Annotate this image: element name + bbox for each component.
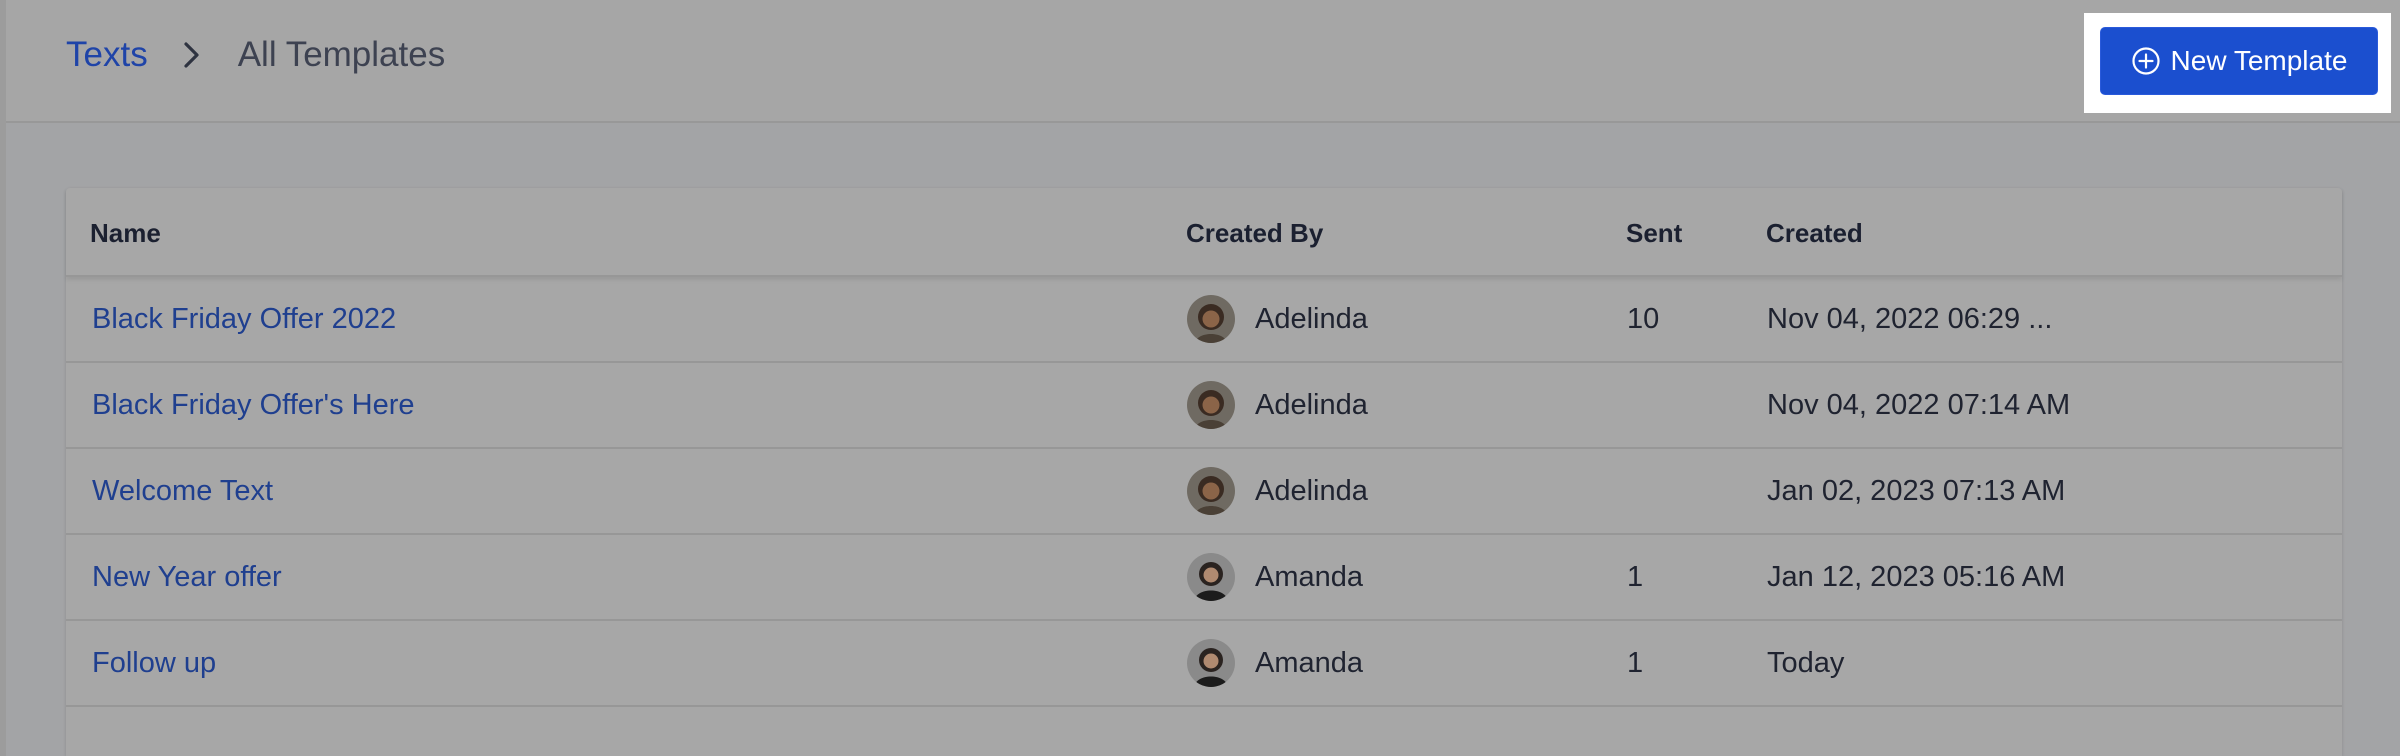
created-date: Today [1767,646,1845,679]
created-date: Nov 04, 2022 07:14 AM [1767,388,2071,421]
table-row[interactable]: Follow up Amanda 1 Today [66,621,2342,707]
new-template-highlight: New Template [2084,13,2391,113]
avatar [1187,381,1235,429]
creator-name: Amanda [1255,560,1364,593]
avatar [1187,295,1235,343]
created-by-cell: Adelinda [1187,363,1368,447]
sent-count: 1 [1627,560,1644,593]
created-date: Nov 04, 2022 06:29 ... [1767,302,2053,335]
avatar [1187,553,1235,601]
table-row[interactable]: Black Friday Offer's Here Adelinda Nov 0… [66,363,2342,449]
new-template-button[interactable]: New Template [2100,27,2378,95]
template-name-link[interactable]: New Year offer [92,561,282,594]
table-row[interactable]: Black Friday Offer 2022 Adelinda 10 Nov … [66,277,2342,363]
page-header: Texts All Templates New Template [6,0,2400,123]
plus-circle-icon [2131,47,2160,75]
template-name-link[interactable]: Follow up [92,647,216,680]
created-date: Jan 02, 2023 07:13 AM [1767,474,2066,507]
template-name-link[interactable]: Black Friday Offer 2022 [92,303,396,336]
table-row[interactable]: Welcome Text Adelinda Jan 02, 2023 07:13… [66,449,2342,535]
created-date: Jan 12, 2023 05:16 AM [1767,560,2066,593]
creator-name: Amanda [1255,646,1364,679]
new-template-label: New Template [2170,45,2348,76]
column-header-created-by[interactable]: Created By [1186,218,1323,249]
created-by-cell: Amanda [1187,535,1363,619]
column-header-created[interactable]: Created [1766,218,1863,249]
sent-count: 1 [1627,646,1644,679]
avatar [1187,639,1235,687]
creator-name: Adelinda [1255,302,1368,335]
column-header-sent[interactable]: Sent [1626,218,1682,249]
sent-count: 10 [1627,302,1660,335]
creator-name: Adelinda [1255,474,1368,507]
creator-name: Adelinda [1255,388,1368,421]
column-header-name[interactable]: Name [90,218,161,249]
breadcrumb: Texts All Templates [66,30,445,80]
avatar [1187,467,1235,515]
page-title: All Templates [237,35,446,74]
table-header: Name Created By Sent Created [66,188,2342,277]
chevron-right-icon [178,37,204,73]
breadcrumb-texts-link[interactable]: Texts [66,35,148,75]
templates-table: Name Created By Sent Created Black Frida… [66,188,2342,756]
template-name-link[interactable]: Welcome Text [92,475,273,508]
template-name-link[interactable]: Black Friday Offer's Here [92,389,414,422]
created-by-cell: Adelinda [1187,277,1368,361]
created-by-cell: Amanda [1187,621,1363,705]
created-by-cell: Adelinda [1187,449,1368,533]
table-row[interactable]: New Year offer Amanda 1 Jan 12, 2023 05:… [66,535,2342,621]
